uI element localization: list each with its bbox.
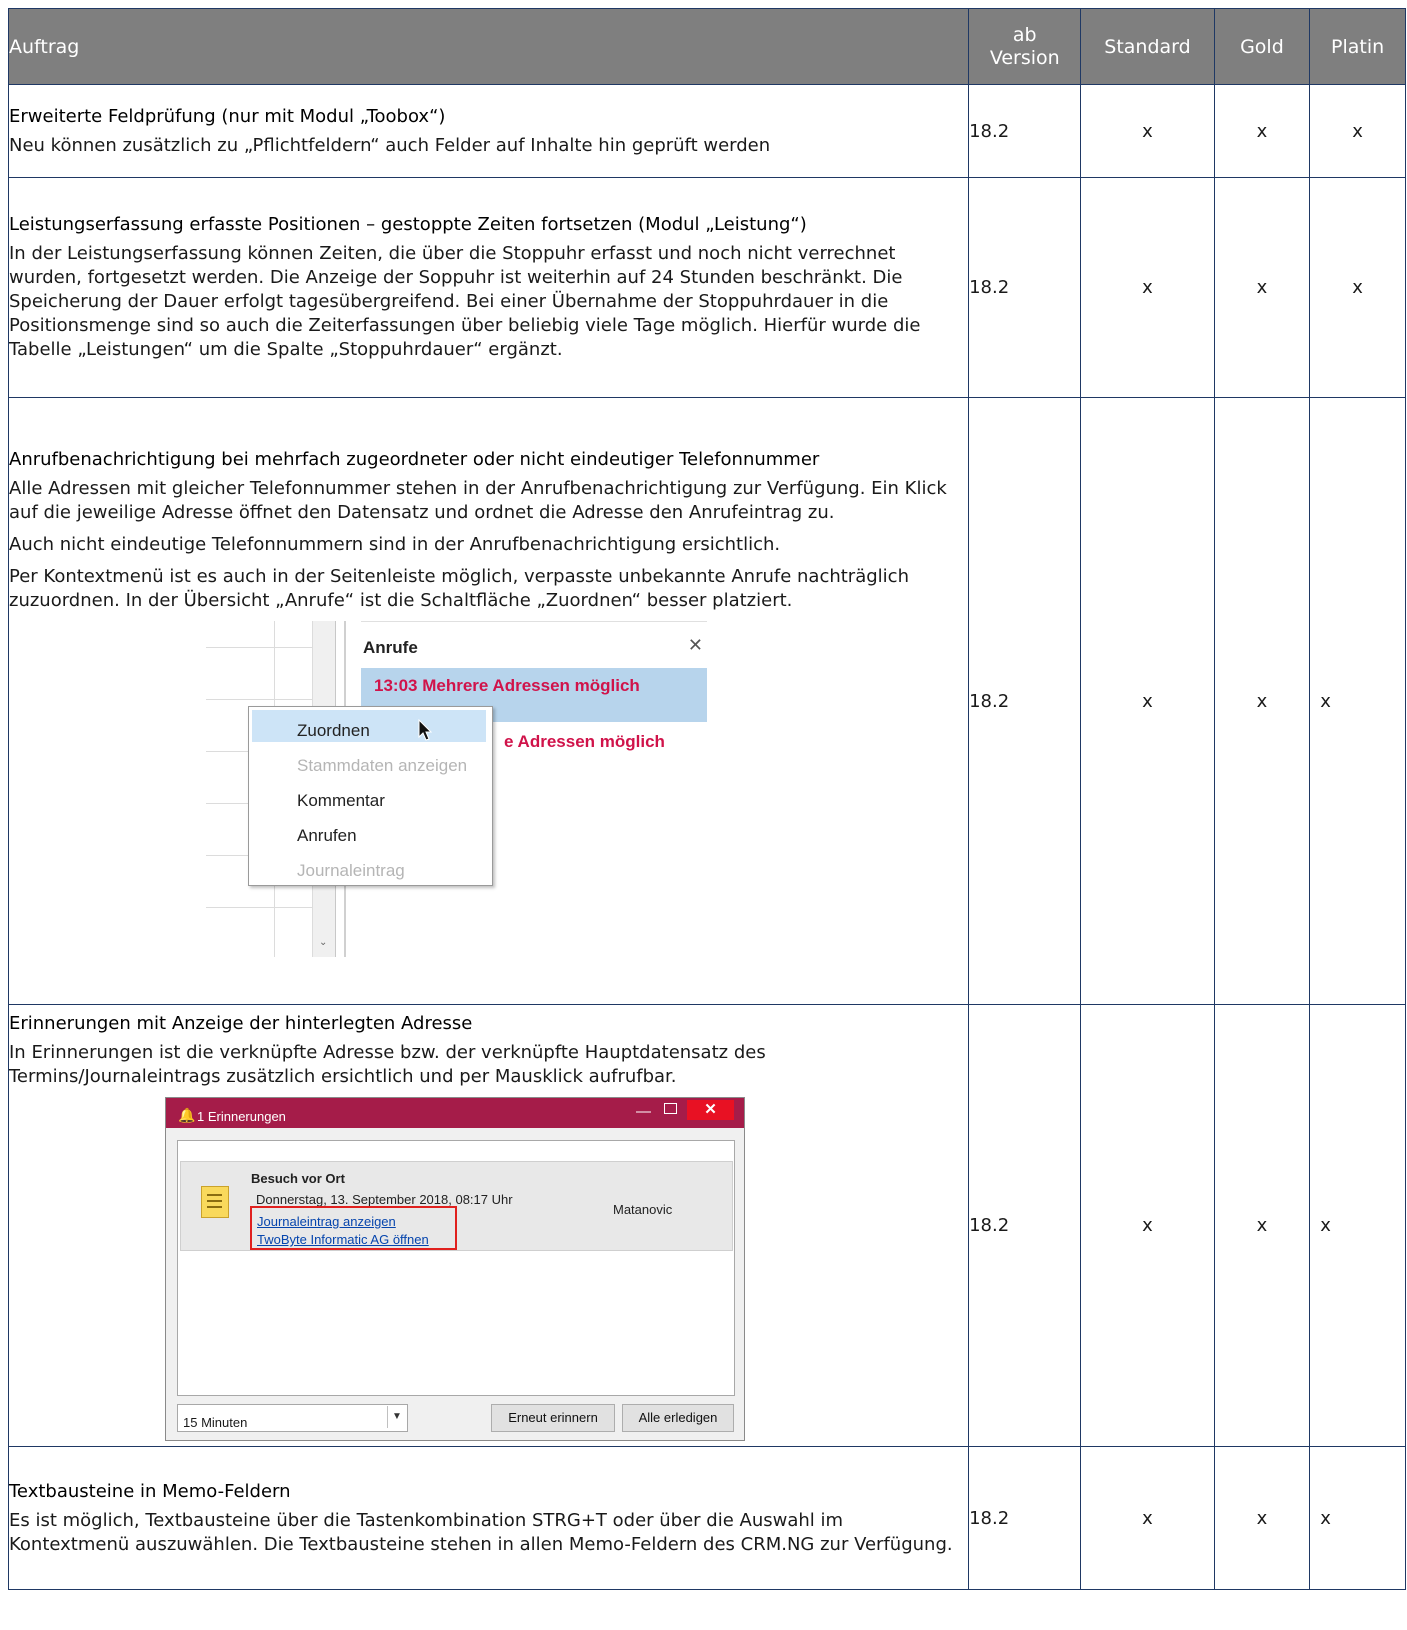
row-platin: x [1309, 1446, 1406, 1590]
header-version: ab Version [968, 8, 1082, 85]
close-icon[interactable]: ✕ [687, 1100, 734, 1120]
row-description: Textbausteine in Memo-Feldern Es ist mög… [7, 1446, 970, 1590]
menu-item-anrufen[interactable]: Anrufen [297, 824, 357, 848]
row-standard: x [1080, 397, 1215, 1005]
row-text: In Erinnerungen ist die verknüpfte Adres… [9, 1042, 766, 1087]
row-platin: x [1309, 177, 1406, 398]
table-row: Erweiterte Feldprüfung (nur mit Modul „T… [7, 84, 1406, 178]
header-auftrag: Auftrag [7, 8, 970, 85]
row-platin: x [1309, 84, 1406, 178]
call-entry[interactable]: 13:03 Mehrere Adressen möglich [374, 674, 640, 698]
reminder-list: Besuch vor Ort Donnerstag, 13. September… [177, 1140, 735, 1396]
row-platin: x [1309, 397, 1406, 1005]
reminder-window-screenshot: 🔔 1 Erinnerungen — ✕ Besuch vor Ort Donn… [165, 1097, 745, 1441]
row-title: Erweiterte Feldprüfung (nur mit Modul „T… [9, 105, 446, 127]
menu-item-zuordnen[interactable]: Zuordnen [297, 719, 370, 743]
row-version: 18.2 [968, 1004, 1082, 1447]
menu-item-journaleintrag: Journaleintrag [297, 860, 405, 880]
snooze-select[interactable]: 15 Minuten ▼ [177, 1404, 408, 1432]
row-gold: x [1213, 177, 1311, 398]
dismiss-all-button[interactable]: Alle erledigen [622, 1404, 734, 1432]
row-description: Leistungserfassung erfasste Positionen –… [7, 177, 970, 398]
menu-item-kommentar[interactable]: Kommentar [297, 789, 385, 813]
row-description: Anrufbenachrichtigung bei mehrfach zugeo… [7, 397, 970, 1005]
chevron-down-icon[interactable]: ▼ [387, 1406, 406, 1428]
row-standard: x [1080, 84, 1215, 178]
row-version: 18.2 [968, 1446, 1082, 1590]
row-standard: x [1080, 1004, 1215, 1447]
header-gold: Gold [1213, 8, 1311, 85]
row-gold: x [1213, 84, 1311, 178]
journal-note-icon [201, 1186, 229, 1218]
context-menu: Zuordnen Stammdaten anzeigen Kommentar A… [248, 705, 493, 886]
row-gold: x [1213, 1004, 1311, 1447]
row-title: Erinnerungen mit Anzeige der hinterlegte… [9, 1013, 473, 1034]
table-row: Leistungserfassung erfasste Positionen –… [7, 177, 1406, 398]
row-description: Erweiterte Feldprüfung (nur mit Modul „T… [7, 84, 970, 178]
mouse-cursor-icon [418, 718, 433, 741]
window-title: 1 Erinnerungen [197, 1109, 286, 1124]
row-text: Alle Adressen mit gleicher Telefonnummer… [9, 477, 947, 523]
address-link[interactable]: TwoByte Informatic AG öffnen [257, 1228, 429, 1252]
row-gold: x [1213, 1446, 1311, 1590]
highlight-box: Journaleintrag anzeigen TwoByte Informat… [250, 1206, 457, 1250]
row-title: Leistungserfassung erfasste Positionen –… [9, 214, 807, 235]
row-text: Es ist möglich, Textbausteine über die T… [9, 1509, 953, 1555]
row-description: Erinnerungen mit Anzeige der hinterlegte… [7, 1004, 970, 1447]
row-standard: x [1080, 177, 1215, 398]
header-platin: Platin [1309, 8, 1406, 85]
row-title: Textbausteine in Memo-Feldern [9, 1480, 291, 1502]
reminder-person: Matanovic [613, 1202, 673, 1217]
release-notes-table: Auftrag ab Version Standard Gold Platin E… [7, 8, 1406, 1590]
maximize-icon[interactable] [664, 1103, 677, 1114]
row-version: 18.2 [968, 177, 1082, 398]
calls-screenshot: ⌄ Anrufe ✕ 13:03 Mehrere Adressen möglic… [206, 620, 707, 957]
row-title: Anrufbenachrichtigung bei mehrfach zugeo… [9, 448, 820, 470]
row-text: In der Leistungserfassung können Zeiten,… [9, 243, 921, 360]
menu-item-stammdaten: Stammdaten anzeigen [297, 755, 468, 775]
bell-icon: 🔔 [178, 1107, 196, 1123]
header-row: Auftrag ab Version Standard Gold Platin [7, 8, 1406, 85]
minimize-icon[interactable]: — [636, 1100, 651, 1124]
row-text: Auch nicht eindeutige Telefonnummern sin… [9, 533, 781, 555]
table-row: Erinnerungen mit Anzeige der hinterlegte… [7, 1004, 1406, 1447]
panel-title: Anrufe [363, 637, 418, 657]
row-version: 18.2 [968, 397, 1082, 1005]
call-entry[interactable]: e Adressen möglich [504, 730, 665, 754]
row-platin: x [1309, 1004, 1406, 1447]
row-version: 18.2 [968, 84, 1082, 178]
header-standard: Standard [1080, 8, 1215, 85]
list-item[interactable]: Besuch vor Ort Donnerstag, 13. September… [180, 1161, 733, 1251]
row-gold: x [1213, 397, 1311, 1005]
snooze-button[interactable]: Erneut erinnern [491, 1404, 615, 1432]
table-row: Textbausteine in Memo-Feldern Es ist mög… [7, 1446, 1406, 1590]
row-text: Neu können zusätzlich zu „Pflichtfeldern… [9, 134, 771, 156]
chevron-down-icon[interactable]: ⌄ [319, 931, 327, 955]
row-standard: x [1080, 1446, 1215, 1590]
snooze-value: 15 Minuten [183, 1415, 248, 1430]
row-text: Per Kontextmenü ist es auch in der Seite… [9, 565, 909, 611]
close-icon[interactable]: ✕ [688, 634, 703, 658]
table-row: Anrufbenachrichtigung bei mehrfach zugeo… [7, 397, 1406, 1005]
window-titlebar: 🔔 1 Erinnerungen — ✕ [166, 1098, 744, 1128]
